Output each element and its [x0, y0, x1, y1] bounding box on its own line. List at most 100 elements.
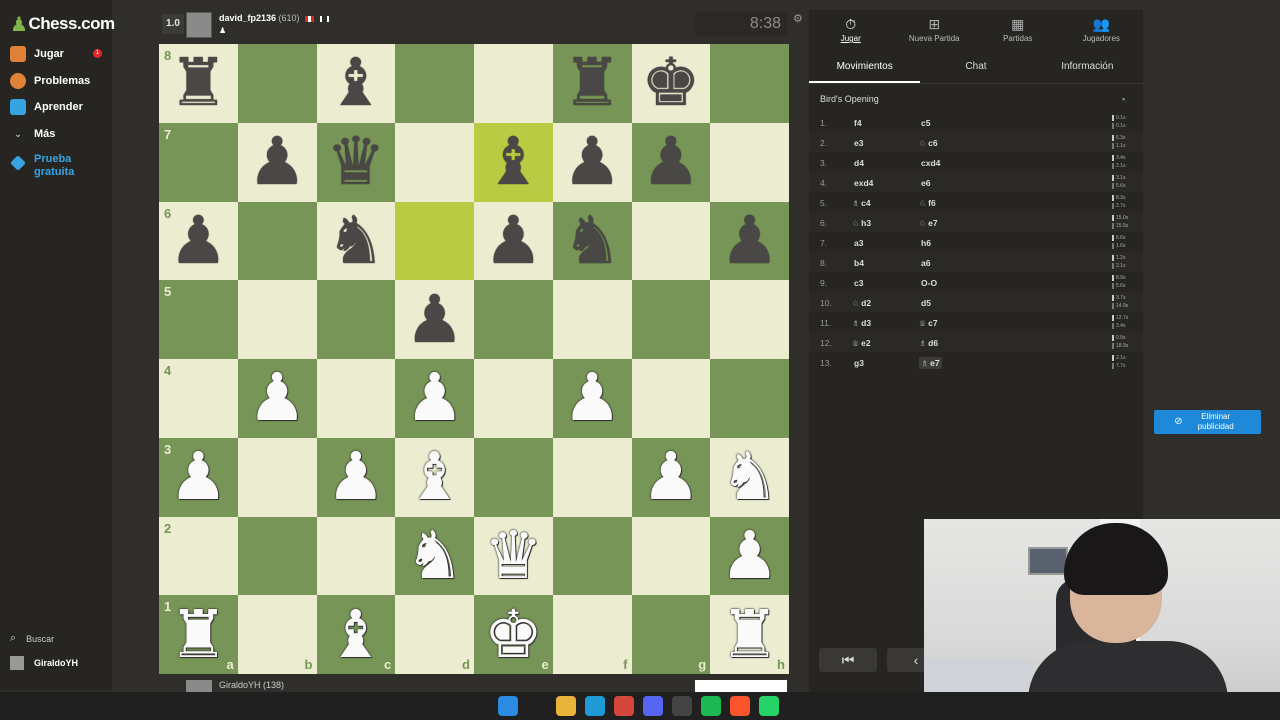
square-h5[interactable] — [710, 280, 789, 359]
black-move[interactable]: e6 — [919, 178, 930, 188]
square-e1[interactable]: e ♚ — [474, 595, 553, 674]
square-g8[interactable]: ♚ — [631, 44, 711, 123]
square-e2[interactable]: ♛ — [474, 516, 553, 596]
tab-chat[interactable]: Chat — [920, 56, 1031, 83]
square-e5[interactable] — [474, 280, 553, 359]
square-b4[interactable]: ♟ — [237, 359, 317, 438]
opening-name[interactable]: Bird's Opening — [820, 94, 879, 104]
square-f8[interactable]: ♜ — [552, 44, 632, 123]
black-pawn-icon[interactable]: ♟ — [484, 207, 543, 274]
black-move[interactable]: d5 — [919, 298, 931, 308]
square-d6[interactable] — [395, 201, 474, 281]
white-pawn-icon[interactable]: ♟ — [563, 365, 622, 431]
black-move[interactable]: cxd4 — [919, 158, 940, 168]
square-d2[interactable]: ♞ — [395, 516, 474, 596]
square-h8[interactable] — [710, 44, 789, 123]
discord-icon[interactable] — [643, 696, 663, 716]
square-e8[interactable] — [474, 44, 553, 123]
square-e7[interactable]: ♝ — [474, 122, 553, 202]
white-knight-icon[interactable]: ♞ — [405, 522, 464, 589]
square-h1[interactable]: h ♜ — [710, 595, 789, 674]
square-a7[interactable]: 7 — [159, 122, 238, 202]
first-move-button[interactable]: ⏮ — [819, 648, 877, 672]
white-pawn-icon[interactable]: ♟ — [641, 444, 700, 510]
white-move[interactable]: ♘ h3 — [852, 218, 871, 228]
white-move[interactable]: ♕ e2 — [852, 338, 871, 348]
square-a5[interactable]: 5 — [159, 280, 238, 359]
square-c6[interactable]: ♞ — [316, 201, 396, 281]
square-f1[interactable]: f — [552, 595, 632, 674]
black-bishop-icon[interactable]: ♝ — [484, 129, 543, 195]
tab-informacion[interactable]: Información — [1032, 56, 1143, 83]
black-pawn-icon[interactable]: ♟ — [563, 129, 622, 195]
white-move[interactable]: ♘ d2 — [852, 298, 871, 308]
square-c2[interactable] — [316, 516, 396, 596]
square-g6[interactable] — [631, 201, 711, 281]
chrome-icon[interactable] — [614, 696, 634, 716]
black-rook-icon[interactable]: ♜ — [169, 50, 228, 116]
chess-board[interactable]: 8 ♜ ♝ ♜ ♚ 7 ♟ ♛ ♝ ♟ ♟ 6 ♟ ♞ ♟ ♞ ♟ 5 ♟ 4 ♟ ♟ ♟ 3 ♟ ♟ ♝ ♟ ♞ 2 ♞ ♛ ♟ 1 a ♜ b c ♝ d… — [159, 44, 789, 674]
square-g7[interactable]: ♟ — [631, 122, 711, 202]
black-move[interactable]: ♘ c6 — [919, 138, 938, 148]
tab-jugar[interactable]: ⏱ Jugar — [809, 10, 893, 50]
black-move[interactable]: ♗ d6 — [919, 338, 938, 348]
square-g1[interactable]: g — [631, 595, 711, 674]
square-e3[interactable] — [474, 437, 553, 517]
square-b5[interactable] — [237, 280, 317, 359]
square-g5[interactable] — [631, 280, 711, 359]
black-pawn-icon[interactable]: ♟ — [641, 129, 700, 195]
sidebar-item-aprender[interactable]: Aprender — [10, 99, 83, 115]
black-move[interactable]: ♘ e7 — [919, 218, 938, 228]
spotify-icon[interactable] — [701, 696, 721, 716]
square-f5[interactable] — [552, 280, 632, 359]
square-f3[interactable] — [552, 437, 632, 517]
square-b8[interactable] — [237, 44, 317, 123]
black-move[interactable]: ♘ f6 — [919, 198, 936, 208]
square-f2[interactable] — [552, 516, 632, 596]
square-b1[interactable]: b — [237, 595, 317, 674]
black-move[interactable]: ♕ c7 — [919, 318, 938, 328]
square-c4[interactable] — [316, 359, 396, 438]
black-pawn-icon[interactable]: ♟ — [169, 207, 228, 274]
square-b7[interactable]: ♟ — [237, 122, 317, 202]
square-g2[interactable] — [631, 516, 711, 596]
square-c1[interactable]: c ♝ — [316, 595, 396, 674]
square-a2[interactable]: 2 — [159, 516, 238, 596]
square-g3[interactable]: ♟ — [631, 437, 711, 517]
white-pawn-icon[interactable]: ♟ — [248, 365, 307, 431]
opponent-avatar[interactable] — [186, 12, 212, 38]
square-b2[interactable] — [237, 516, 317, 596]
sidebar-item-problemas[interactable]: Problemas — [10, 73, 90, 89]
white-king-icon[interactable]: ♚ — [484, 601, 543, 668]
player-name[interactable]: GiraldoYH (138) — [219, 680, 284, 690]
white-move[interactable]: e3 — [852, 138, 863, 148]
white-bishop-icon[interactable]: ♝ — [405, 444, 464, 510]
remove-ads-button[interactable]: ⊘ Eliminar publicidad — [1154, 410, 1261, 434]
tab-partidas[interactable]: ▦ Partidas — [976, 10, 1060, 50]
black-knight-icon[interactable]: ♞ — [563, 207, 622, 274]
white-queen-icon[interactable]: ♛ — [484, 522, 543, 589]
white-move[interactable]: ♗ c4 — [852, 198, 871, 208]
square-c7[interactable]: ♛ — [316, 122, 396, 202]
square-f6[interactable]: ♞ — [552, 201, 632, 281]
square-e4[interactable] — [474, 359, 553, 438]
white-pawn-icon[interactable]: ♟ — [405, 365, 464, 431]
black-queen-icon[interactable]: ♛ — [326, 129, 385, 195]
black-move[interactable]: a6 — [919, 258, 930, 268]
white-move[interactable]: c3 — [852, 278, 863, 288]
square-h4[interactable] — [710, 359, 789, 438]
chess-logo[interactable]: ♟ Chess.com — [10, 12, 115, 36]
user-profile-link[interactable]: GiraldoYH — [10, 656, 78, 670]
white-rook-icon[interactable]: ♜ — [169, 601, 228, 668]
white-rook-icon[interactable]: ♜ — [720, 601, 779, 668]
square-a8[interactable]: 8 ♜ — [159, 44, 238, 123]
black-move[interactable]: O-O — [919, 278, 937, 288]
square-h2[interactable]: ♟ — [710, 516, 789, 596]
white-pawn-icon[interactable]: ♟ — [720, 522, 779, 589]
black-move[interactable]: h6 — [919, 238, 931, 248]
sidebar-item-jugar[interactable]: Jugar — [10, 46, 64, 62]
player-avatar[interactable] — [186, 680, 212, 692]
square-d3[interactable]: ♝ — [395, 437, 474, 517]
white-bishop-icon[interactable]: ♝ — [326, 601, 385, 668]
black-pawn-icon[interactable]: ♟ — [405, 286, 464, 353]
